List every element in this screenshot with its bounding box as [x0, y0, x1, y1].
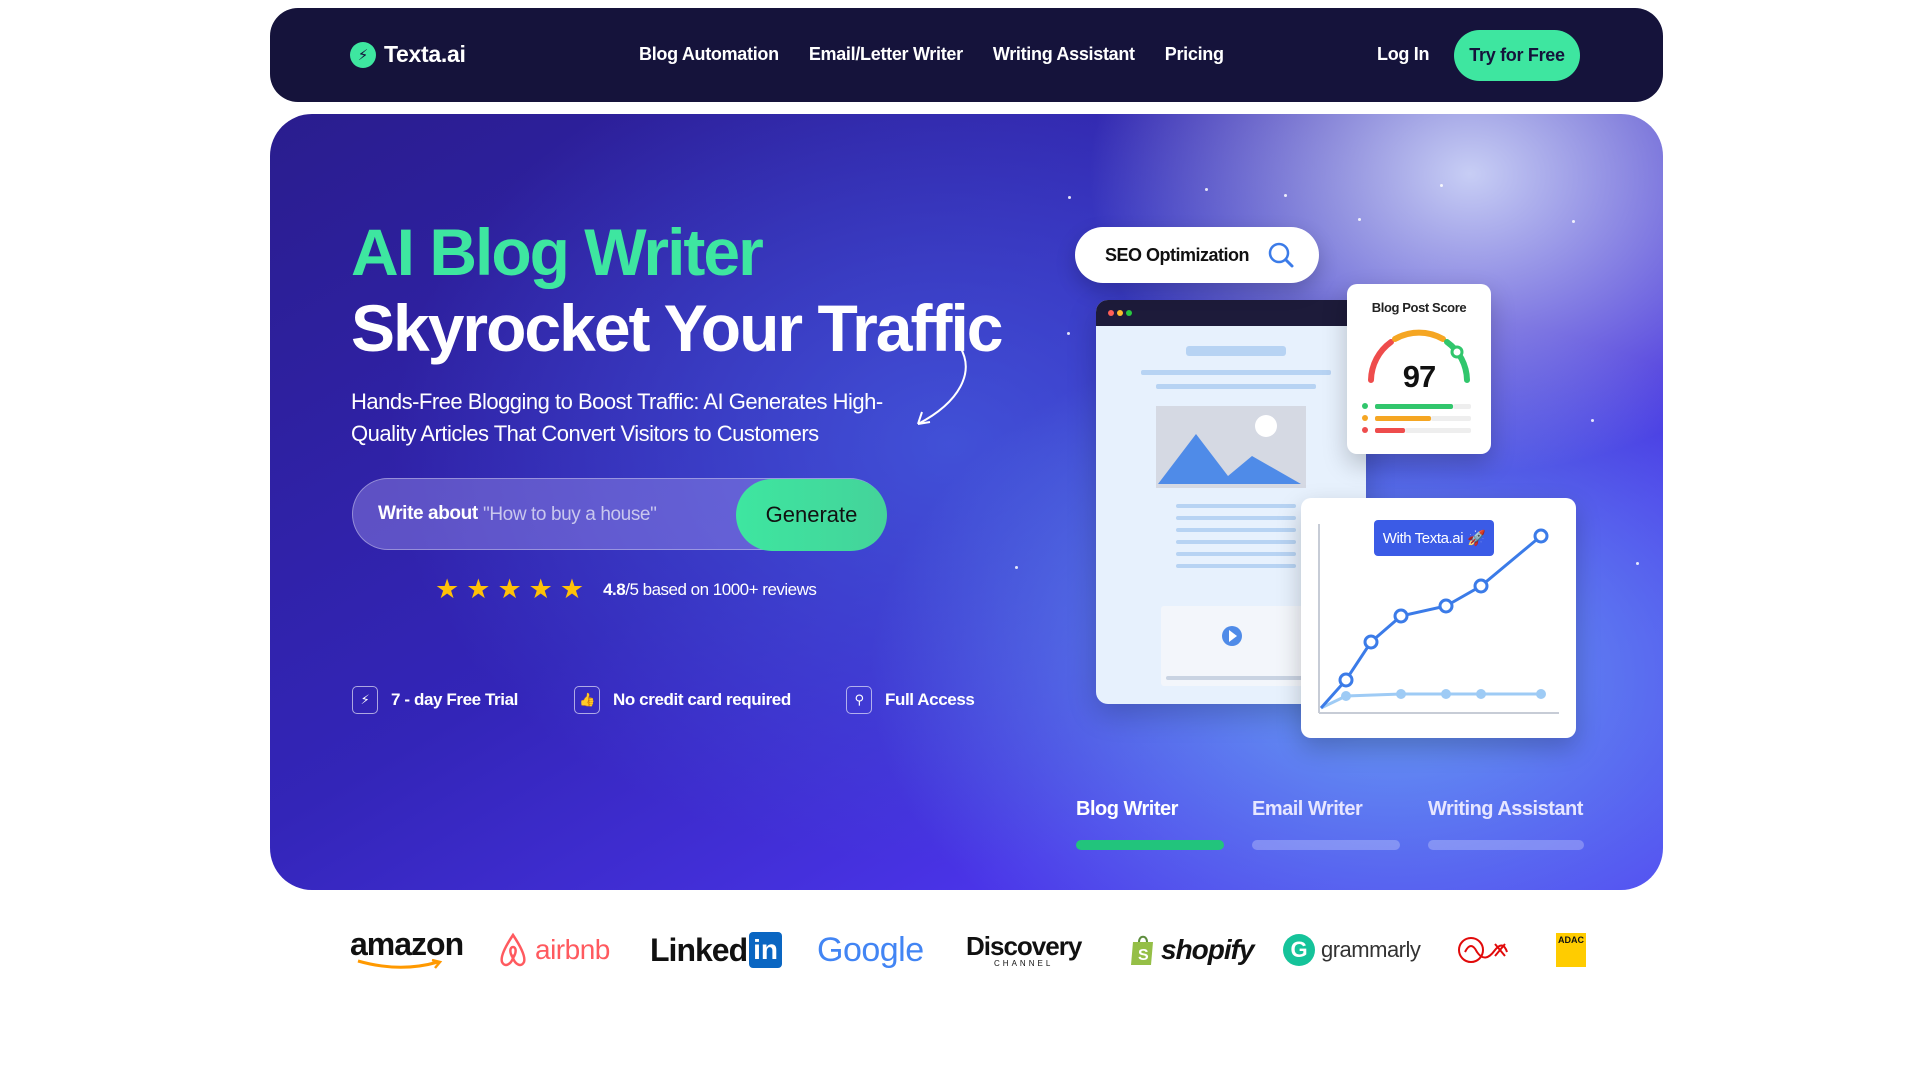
feature-no-credit-card: 👍 No credit card required	[574, 686, 846, 714]
discovery-channel-logo: Discovery CHANNEL	[966, 925, 1082, 975]
shopify-logo: S shopify	[1129, 925, 1255, 975]
tab-blog-writer[interactable]: Blog Writer	[1076, 798, 1224, 850]
airbnb-logo: airbnb	[497, 925, 610, 975]
grammarly-logo: G grammarly	[1283, 925, 1421, 975]
linkedin-logo-text: Linked	[650, 931, 748, 968]
star-icon: ★	[497, 574, 522, 604]
rating-score: 4.8	[603, 579, 626, 599]
rating: ★ ★ ★ ★ ★ 4.8/5 based on 1000+ reviews	[435, 574, 817, 604]
client-logos: amazon airbnb Linked in Google Discovery…	[350, 925, 1586, 975]
sparkle-dot	[1358, 218, 1361, 221]
star-icon: ★	[466, 574, 491, 604]
tab-writing-assistant[interactable]: Writing Assistant	[1428, 798, 1584, 850]
window-titlebar	[1096, 300, 1366, 326]
hero-section: AI Blog Writer Skyrocket Your Traffic Ha…	[270, 114, 1663, 890]
amazon-smile-icon	[357, 959, 443, 969]
hero-title-highlight: AI Blog Writer	[351, 215, 764, 289]
texta-logo-icon: ⚡	[350, 41, 376, 68]
sparkle-dot	[1636, 562, 1639, 565]
nav-link-pricing[interactable]: Pricing	[1165, 44, 1224, 65]
sparkle-dot	[1572, 220, 1575, 223]
amazon-logo: amazon	[350, 925, 464, 975]
try-for-free-button[interactable]: Try for Free	[1454, 30, 1580, 81]
generate-button[interactable]: Generate	[736, 479, 887, 551]
lock-icon: ⚲	[846, 686, 872, 714]
window-dot	[1117, 310, 1123, 316]
texta-logo[interactable]: ⚡ Texta.ai	[350, 41, 466, 68]
window-dot	[1126, 310, 1132, 316]
feature-full-access: ⚲ Full Access	[846, 686, 975, 714]
search-icon	[1268, 242, 1294, 268]
logo-text: Texta.ai	[384, 41, 466, 67]
window-dot	[1108, 310, 1114, 316]
adac-logo-text: ADAC	[1556, 933, 1586, 967]
tab-progress-bar	[1076, 840, 1224, 850]
thumbs-up-icon: 👍	[574, 686, 600, 714]
feature-label: 7 - day Free Trial	[391, 690, 518, 709]
adac-logo: ADAC	[1556, 925, 1586, 975]
hero-title: Skyrocket Your Traffic	[351, 291, 1004, 365]
rating-text: 4.8/5 based on 1000+ reviews	[603, 579, 817, 600]
svg-text:S: S	[1138, 947, 1149, 964]
nav-link-writing-assistant[interactable]: Writing Assistant	[993, 44, 1135, 65]
tab-email-writer[interactable]: Email Writer	[1252, 798, 1400, 850]
feature-list: ⚡ 7 - day Free Trial 👍 No credit card re…	[352, 686, 975, 714]
shopify-bag-icon: S	[1131, 935, 1153, 965]
product-tabs: Blog Writer Email Writer Writing Assista…	[1076, 798, 1584, 850]
topic-input[interactable]	[483, 501, 723, 529]
tab-progress-bar	[1428, 840, 1584, 850]
sparkle-dot	[1591, 419, 1594, 422]
seo-optimization-pill: SEO Optimization	[1075, 227, 1319, 283]
seo-pill-label: SEO Optimization	[1105, 244, 1250, 265]
feature-label: Full Access	[885, 690, 975, 709]
with-texta-badge: With Texta.ai 🚀	[1374, 520, 1494, 556]
tab-label: Writing Assistant	[1428, 798, 1583, 820]
login-link[interactable]: Log In	[1377, 44, 1429, 65]
top-navbar: ⚡ Texta.ai Blog Automation Email/Letter …	[270, 8, 1663, 102]
virgin-logo	[1455, 925, 1509, 975]
sparkle-dot	[1440, 184, 1443, 187]
score-value: 97	[1402, 359, 1436, 394]
search-label: Write about	[378, 503, 478, 524]
google-logo-text: Google	[817, 930, 924, 969]
linkedin-logo: Linked in	[650, 925, 783, 975]
discovery-channel-text: CHANNEL	[994, 958, 1054, 968]
topic-search-bar: Write about Generate	[352, 478, 887, 551]
tab-label: Email Writer	[1252, 798, 1363, 820]
star-icon: ★	[528, 574, 553, 604]
linkedin-in-icon: in	[749, 932, 783, 968]
hero-subtitle: Hands-Free Blogging to Boost Traffic: AI…	[351, 389, 883, 446]
tab-label: Blog Writer	[1076, 798, 1178, 820]
feature-free-trial: ⚡ 7 - day Free Trial	[352, 686, 574, 714]
airbnb-icon	[500, 932, 526, 967]
shopify-logo-text: shopify	[1161, 934, 1255, 965]
airbnb-logo-text: airbnb	[535, 934, 610, 965]
discovery-logo-text: Discovery	[966, 930, 1082, 961]
nav-link-blog-automation[interactable]: Blog Automation	[639, 44, 779, 65]
sparkle-dot	[1205, 188, 1208, 191]
star-icon: ★	[559, 574, 585, 604]
feature-label: No credit card required	[613, 690, 791, 709]
sparkle-dot	[1015, 566, 1018, 569]
blog-post-score-card: Blog Post Score 97	[1347, 284, 1491, 454]
nav-links: Blog Automation Email/Letter Writer Writ…	[639, 44, 1224, 65]
tab-progress-bar	[1252, 840, 1400, 850]
sparkle-dot	[1067, 332, 1070, 335]
grammarly-g-icon: G	[1283, 934, 1315, 966]
rating-suffix: /5 based on 1000+ reviews	[625, 579, 817, 599]
curved-arrow-icon	[917, 346, 967, 425]
virgin-logo-icon	[1458, 937, 1508, 963]
google-logo: Google	[817, 925, 924, 975]
lightning-icon: ⚡	[352, 686, 378, 714]
traffic-growth-chart-card: With Texta.ai 🚀	[1301, 498, 1576, 738]
nav-link-email-letter-writer[interactable]: Email/Letter Writer	[809, 44, 963, 65]
star-icon: ★	[435, 574, 460, 604]
amazon-logo-text: amazon	[350, 926, 464, 962]
sparkle-dot	[1284, 194, 1287, 197]
sparkle-dot	[1068, 196, 1071, 199]
score-bars	[1362, 403, 1471, 433]
grammarly-logo-text: grammarly	[1321, 937, 1421, 962]
score-card-title: Blog Post Score	[1371, 300, 1467, 315]
